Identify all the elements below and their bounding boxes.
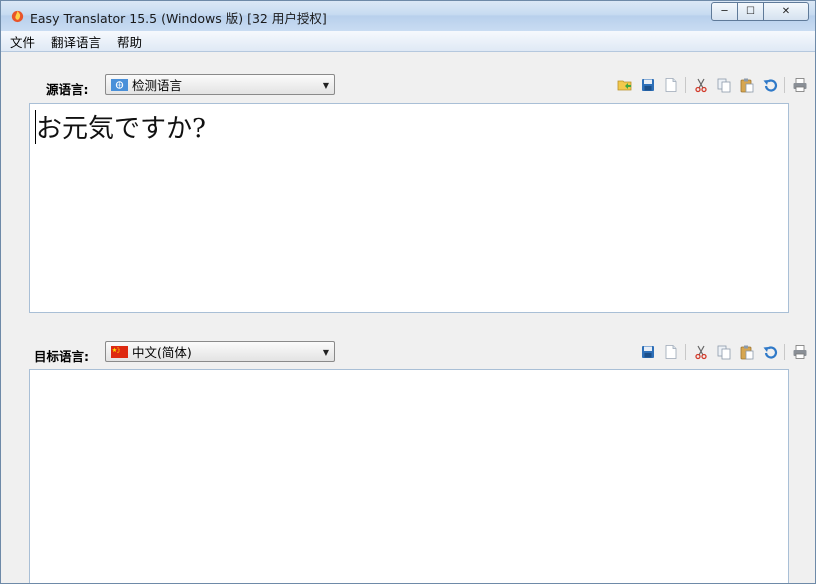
toolbar-separator: [685, 76, 686, 93]
menu-file[interactable]: 文件: [10, 32, 35, 51]
copy-button[interactable]: [712, 342, 735, 362]
open-icon: [617, 80, 631, 90]
save-icon: [641, 78, 654, 91]
target-language-select[interactable]: 中文(简体) ▼: [105, 341, 335, 362]
target-language-label: 目标语言:: [34, 349, 89, 364]
target-language-row: 目标语言: 中文(简体) ▼: [1, 341, 815, 367]
new-button[interactable]: [659, 342, 682, 362]
un-flag-icon: [111, 78, 128, 91]
source-language-select[interactable]: 检测语言 ▼: [105, 74, 335, 95]
minimize-icon: ─: [721, 6, 728, 17]
title-bar[interactable]: Easy Translator 15.5 (Windows 版) [32 用户授…: [1, 1, 815, 31]
source-language-value: 检测语言: [132, 78, 183, 93]
save-button[interactable]: [636, 75, 659, 95]
print-icon: [793, 344, 806, 359]
source-toolbar: [613, 74, 811, 95]
source-language-row: 源语言: 检测语言 ▼: [1, 74, 815, 100]
print-button[interactable]: [788, 75, 811, 95]
save-button[interactable]: [636, 342, 659, 362]
undo-button[interactable]: [758, 342, 781, 362]
minimize-button[interactable]: ─: [711, 2, 738, 21]
toolbar-separator: [685, 343, 686, 360]
toolbar-separator: [784, 76, 785, 93]
cut-button[interactable]: [689, 342, 712, 362]
app-logo-icon: [11, 10, 24, 23]
new-icon: [665, 344, 676, 359]
chevron-down-icon: ▼: [322, 81, 329, 90]
save-icon: [641, 345, 654, 358]
copy-button[interactable]: [712, 75, 735, 95]
cut-button[interactable]: [689, 75, 712, 95]
maximize-button[interactable]: ☐: [738, 2, 764, 21]
window-title: Easy Translator 15.5 (Windows 版) [32 用户授…: [30, 11, 327, 26]
chevron-down-icon: ▼: [322, 348, 329, 357]
open-button[interactable]: [613, 75, 636, 95]
app-window: Easy Translator 15.5 (Windows 版) [32 用户授…: [0, 0, 816, 584]
menu-bar: 文件 翻译语言 帮助: [1, 31, 815, 52]
copy-icon: [717, 345, 730, 359]
print-button[interactable]: [788, 342, 811, 362]
maximize-icon: ☐: [746, 6, 755, 17]
copy-icon: [717, 78, 730, 92]
cut-icon: [694, 78, 707, 92]
menu-help[interactable]: 帮助: [117, 32, 142, 51]
paste-button[interactable]: [735, 342, 758, 362]
window-controls: ─ ☐ ✕: [711, 2, 809, 21]
target-toolbar: [636, 341, 811, 362]
paste-button[interactable]: [735, 75, 758, 95]
china-flag-icon: [111, 345, 128, 358]
undo-icon: [763, 345, 777, 359]
source-language-label: 源语言:: [46, 82, 89, 97]
paste-icon: [740, 78, 753, 92]
menu-translate-language[interactable]: 翻译语言: [51, 32, 101, 51]
new-icon: [665, 77, 676, 92]
target-text-area[interactable]: [29, 369, 789, 583]
target-language-value: 中文(简体): [132, 345, 192, 360]
undo-icon: [763, 78, 777, 92]
toolbar-separator: [784, 343, 785, 360]
close-button[interactable]: ✕: [764, 2, 809, 21]
paste-icon: [740, 345, 753, 359]
source-text: お元気ですか?: [36, 114, 206, 144]
undo-button[interactable]: [758, 75, 781, 95]
new-button[interactable]: [659, 75, 682, 95]
close-icon: ✕: [781, 6, 791, 17]
source-text-area[interactable]: お元気ですか?: [29, 103, 789, 313]
cut-icon: [694, 345, 707, 359]
print-icon: [793, 77, 806, 92]
